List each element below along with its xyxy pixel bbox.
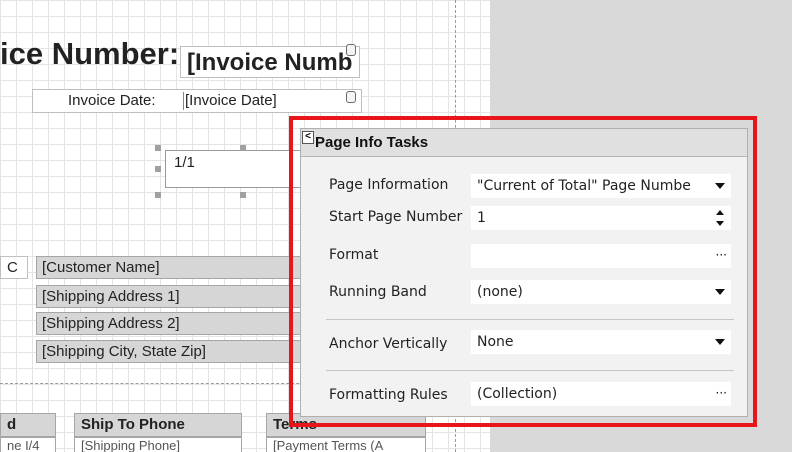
footer-sub-cell[interactable]: ne I/4	[0, 437, 56, 452]
smart-tag-icon[interactable]	[346, 91, 356, 103]
invoice-number-label[interactable]: ice Number:	[0, 36, 179, 72]
smart-tag-icon[interactable]	[346, 44, 356, 56]
shipping-phone-field[interactable]: [Shipping Phone]	[74, 437, 242, 452]
invoice-date-field: [Invoice Date]	[185, 92, 277, 109]
invoice-date-label: Invoice Date:	[68, 92, 156, 109]
resize-handle[interactable]	[155, 192, 161, 198]
resize-handle[interactable]	[155, 145, 161, 151]
payment-terms-field[interactable]: [Payment Terms (A	[266, 437, 426, 452]
invoice-date-row[interactable]: Invoice Date: [Invoice Date]	[32, 89, 362, 113]
cell-divider	[183, 92, 184, 110]
resize-handle[interactable]	[240, 192, 246, 198]
resize-handle[interactable]	[240, 145, 246, 151]
resize-handle[interactable]	[155, 166, 161, 172]
invoice-number-field[interactable]: [Invoice Numb	[180, 46, 360, 78]
customer-label-stub[interactable]: C	[0, 256, 28, 279]
highlight-frame	[289, 116, 757, 427]
footer-header-cell[interactable]: d	[0, 413, 56, 437]
page-info-control[interactable]: 1/1	[165, 150, 305, 188]
ship-to-phone-header[interactable]: Ship To Phone	[74, 413, 242, 437]
